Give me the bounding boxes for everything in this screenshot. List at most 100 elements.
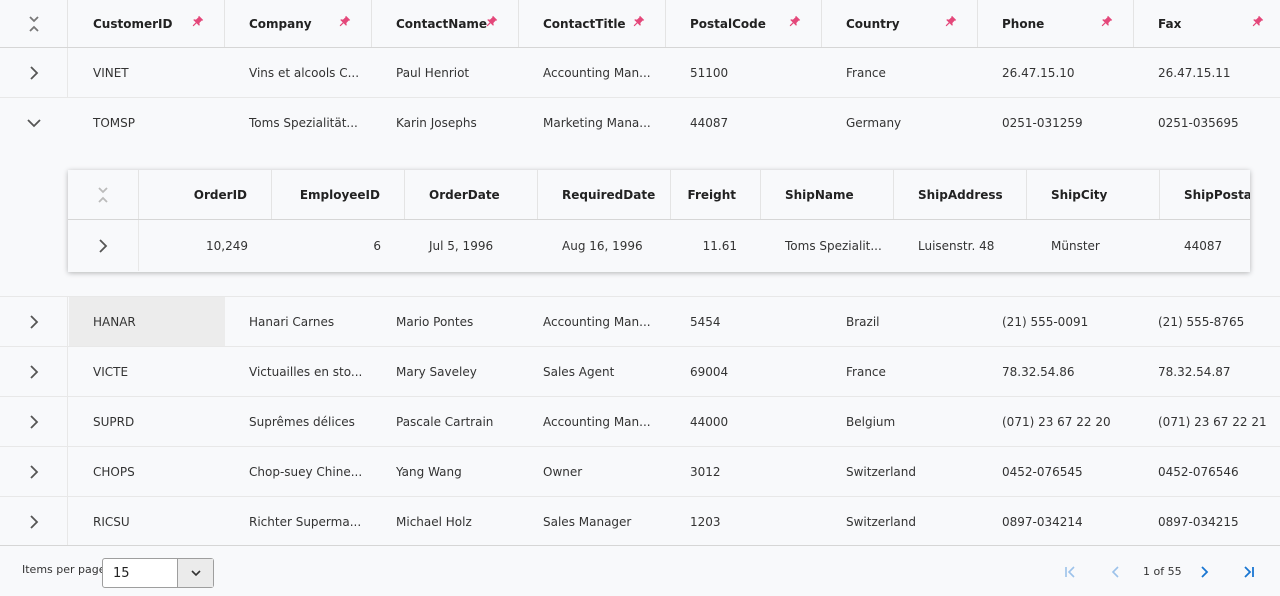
cell-contacttitle[interactable]: Owner <box>519 447 666 496</box>
child-header-orderdate[interactable]: OrderDate <box>405 170 538 219</box>
child-header-freight[interactable]: Freight <box>671 170 761 219</box>
cell-orderid[interactable]: 10,249 <box>139 220 272 271</box>
cell-customerid[interactable]: RICSU <box>69 497 225 545</box>
cell-contactname[interactable]: Pascale Cartrain <box>372 397 519 446</box>
cell-customerid[interactable]: TOMSP <box>69 98 225 147</box>
cell-company[interactable]: Chop-suey Chine... <box>225 447 372 496</box>
cell-postalcode[interactable]: 44000 <box>666 397 822 446</box>
cell-fax[interactable]: 0251-035695 <box>1134 98 1280 147</box>
cell-company[interactable]: Richter Superma... <box>225 497 372 545</box>
cell-shipname[interactable]: Toms Spezialit... <box>761 220 894 271</box>
cell-phone[interactable]: 0452-076545 <box>978 447 1134 496</box>
cell-contacttitle[interactable]: Sales Agent <box>519 347 666 396</box>
cell-requireddate[interactable]: Aug 16, 1996 <box>538 220 671 271</box>
pin-icon[interactable] <box>337 15 351 29</box>
table-row[interactable]: VICTE Victuailles en sto... Mary Saveley… <box>0 347 1280 397</box>
cell-company[interactable]: Victuailles en sto... <box>225 347 372 396</box>
child-header-shipaddress[interactable]: ShipAddress <box>894 170 1027 219</box>
child-header-shipname[interactable]: ShipName <box>761 170 894 219</box>
expand-row-button[interactable] <box>0 447 68 496</box>
cell-shipcity[interactable]: Münster <box>1027 220 1160 271</box>
expand-row-button[interactable] <box>0 347 68 396</box>
header-phone[interactable]: Phone <box>978 0 1134 47</box>
cell-postalcode[interactable]: 5454 <box>666 297 822 346</box>
pin-icon[interactable] <box>484 15 498 29</box>
cell-contactname[interactable]: Michael Holz <box>372 497 519 545</box>
cell-contacttitle[interactable]: Accounting Man... <box>519 297 666 346</box>
expand-row-button[interactable] <box>68 220 139 271</box>
cell-country[interactable]: Switzerland <box>822 497 978 545</box>
cell-company[interactable]: Suprêmes délices <box>225 397 372 446</box>
pin-icon[interactable] <box>943 15 957 29</box>
cell-country[interactable]: Brazil <box>822 297 978 346</box>
table-row[interactable]: VINET Vins et alcools C... Paul Henriot … <box>0 48 1280 98</box>
collapse-all-button[interactable] <box>0 0 68 47</box>
table-row[interactable]: HANAR Hanari Carnes Mario Pontes Account… <box>0 297 1280 347</box>
cell-customerid[interactable]: CHOPS <box>69 447 225 496</box>
cell-postalcode[interactable]: 3012 <box>666 447 822 496</box>
cell-company[interactable]: Toms Spezialität... <box>225 98 372 147</box>
cell-company[interactable]: Hanari Carnes <box>225 297 372 346</box>
pin-icon[interactable] <box>1099 15 1113 29</box>
cell-fax[interactable]: 0897-034215 <box>1134 497 1280 545</box>
cell-contactname[interactable]: Karin Josephs <box>372 98 519 147</box>
cell-phone[interactable]: 26.47.15.10 <box>978 48 1134 97</box>
cell-phone[interactable]: (071) 23 67 22 20 <box>978 397 1134 446</box>
cell-orderdate[interactable]: Jul 5, 1996 <box>405 220 538 271</box>
cell-phone[interactable]: 0897-034214 <box>978 497 1134 545</box>
cell-postalcode[interactable]: 69004 <box>666 347 822 396</box>
cell-country[interactable]: Switzerland <box>822 447 978 496</box>
table-row[interactable]: SUPRD Suprêmes délices Pascale Cartrain … <box>0 397 1280 447</box>
last-page-button[interactable] <box>1237 561 1259 583</box>
collapse-row-button[interactable] <box>0 98 68 147</box>
header-country[interactable]: Country <box>822 0 978 47</box>
cell-fax[interactable]: (21) 555-8765 <box>1134 297 1280 346</box>
cell-customerid[interactable]: VINET <box>69 48 225 97</box>
header-customerid[interactable]: CustomerID <box>69 0 225 47</box>
pin-icon[interactable] <box>1250 15 1264 29</box>
dropdown-toggle[interactable] <box>177 559 213 587</box>
header-fax[interactable]: Fax <box>1134 0 1280 47</box>
cell-fax[interactable]: 78.32.54.87 <box>1134 347 1280 396</box>
table-row[interactable]: TOMSP Toms Spezialität... Karin Josephs … <box>0 98 1280 148</box>
cell-customerid[interactable]: HANAR <box>69 297 225 346</box>
cell-fax[interactable]: (071) 23 67 22 21 <box>1134 397 1280 446</box>
cell-country[interactable]: France <box>822 347 978 396</box>
child-header-shipcity[interactable]: ShipCity <box>1027 170 1160 219</box>
cell-postalcode[interactable]: 44087 <box>666 98 822 147</box>
table-row[interactable]: CHOPS Chop-suey Chine... Yang Wang Owner… <box>0 447 1280 497</box>
cell-postalcode[interactable]: 1203 <box>666 497 822 545</box>
expand-row-button[interactable] <box>0 397 68 446</box>
cell-phone[interactable]: (21) 555-0091 <box>978 297 1134 346</box>
cell-company[interactable]: Vins et alcools C... <box>225 48 372 97</box>
pin-icon[interactable] <box>787 15 801 29</box>
cell-contactname[interactable]: Yang Wang <box>372 447 519 496</box>
cell-contacttitle[interactable]: Accounting Man... <box>519 48 666 97</box>
next-page-button[interactable] <box>1193 561 1215 583</box>
previous-page-button[interactable] <box>1105 561 1127 583</box>
cell-contacttitle[interactable]: Marketing Mana... <box>519 98 666 147</box>
child-header-orderid[interactable]: OrderID <box>139 170 272 219</box>
table-row[interactable]: RICSU Richter Superma... Michael Holz Sa… <box>0 497 1280 545</box>
cell-employeeid[interactable]: 6 <box>272 220 405 271</box>
cell-customerid[interactable]: SUPRD <box>69 397 225 446</box>
cell-contactname[interactable]: Mario Pontes <box>372 297 519 346</box>
cell-freight[interactable]: 11.61 <box>671 220 761 271</box>
cell-country[interactable]: France <box>822 48 978 97</box>
child-table-row[interactable]: 10,249 6 Jul 5, 1996 Aug 16, 1996 11.61 … <box>68 220 1250 272</box>
cell-shippostalcode[interactable]: 44087 <box>1160 220 1250 271</box>
cell-contacttitle[interactable]: Accounting Man... <box>519 397 666 446</box>
cell-postalcode[interactable]: 51100 <box>666 48 822 97</box>
expand-row-button[interactable] <box>0 297 68 346</box>
child-header-requireddate[interactable]: RequiredDate <box>538 170 671 219</box>
header-contactname[interactable]: ContactName <box>372 0 519 47</box>
pin-icon[interactable] <box>631 15 645 29</box>
header-company[interactable]: Company <box>225 0 372 47</box>
cell-customerid[interactable]: VICTE <box>69 347 225 396</box>
cell-contacttitle[interactable]: Sales Manager <box>519 497 666 545</box>
pin-icon[interactable] <box>190 15 204 29</box>
cell-country[interactable]: Belgium <box>822 397 978 446</box>
cell-phone[interactable]: 78.32.54.86 <box>978 347 1134 396</box>
cell-shipaddress[interactable]: Luisenstr. 48 <box>894 220 1027 271</box>
expand-row-button[interactable] <box>0 48 68 97</box>
